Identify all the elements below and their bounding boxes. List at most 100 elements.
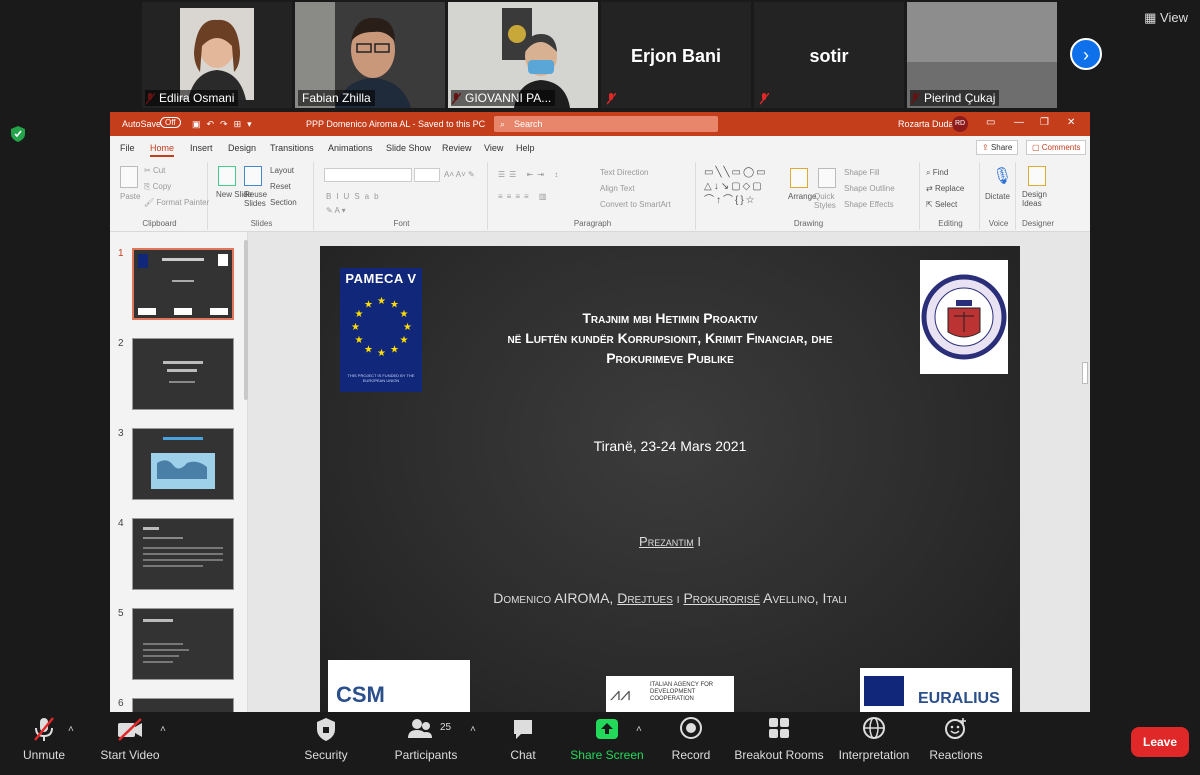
unmute-button[interactable]: Unmute bbox=[14, 716, 74, 762]
font-style-icons[interactable]: BIUSab bbox=[326, 192, 384, 201]
share-button[interactable]: ⇪ Share bbox=[976, 140, 1019, 155]
shape-fill-button[interactable]: Shape Fill bbox=[844, 168, 880, 177]
arrange-icon[interactable] bbox=[790, 168, 808, 188]
font-size-icons[interactable]: A˄ A˅ ✎ bbox=[444, 170, 475, 179]
reactions-button[interactable]: Reactions bbox=[926, 716, 986, 762]
participant-tile[interactable]: Edlira Osmani bbox=[142, 2, 292, 108]
layout-button[interactable]: Layout bbox=[270, 166, 294, 175]
share-screen-button[interactable]: Share Screen bbox=[570, 716, 644, 762]
encryption-shield-icon[interactable] bbox=[11, 126, 25, 142]
muted-mic-icon bbox=[14, 716, 74, 742]
view-button[interactable]: ▦ View bbox=[1144, 10, 1188, 26]
menu-home[interactable]: Home bbox=[150, 143, 175, 157]
align-text-button[interactable]: Align Text bbox=[600, 184, 635, 193]
reset-button[interactable]: Reset bbox=[270, 182, 291, 191]
close-icon[interactable]: ✕ bbox=[1067, 117, 1075, 128]
paste-label[interactable]: Paste bbox=[120, 192, 140, 201]
dictate-label[interactable]: Dictate bbox=[985, 192, 1010, 201]
slide-thumbnail[interactable] bbox=[132, 518, 234, 590]
record-button[interactable]: Record bbox=[664, 716, 718, 762]
shapes-gallery[interactable]: ▭╲╲▭◯▭ △↓↘▢◇▢ ⌒↑⌒{}☆ bbox=[704, 166, 780, 208]
font-color-icons[interactable]: ✎ A ▾ bbox=[326, 206, 346, 215]
arrange-label[interactable]: Arrange bbox=[788, 192, 816, 201]
menu-animations[interactable]: Animations bbox=[328, 143, 373, 153]
menu-design[interactable]: Design bbox=[228, 143, 256, 153]
select-button[interactable]: ⇱ Select bbox=[926, 200, 957, 209]
design-ideas-label[interactable]: Design Ideas bbox=[1022, 190, 1052, 208]
participant-tile[interactable]: GIOVANNI PA... bbox=[448, 2, 598, 108]
menu-file[interactable]: File bbox=[120, 143, 135, 153]
participant-tile[interactable]: Erjon Bani bbox=[601, 2, 751, 108]
slide-thumbnail[interactable] bbox=[132, 428, 234, 500]
participant-tile[interactable]: sotir bbox=[754, 2, 904, 108]
shape-effects-button[interactable]: Shape Effects bbox=[844, 200, 894, 209]
security-button[interactable]: Security bbox=[296, 716, 356, 762]
eu-star-icon: ★ bbox=[354, 309, 363, 320]
shape-outline-button[interactable]: Shape Outline bbox=[844, 184, 895, 193]
font-size-box[interactable] bbox=[414, 168, 440, 182]
convert-smartart-button[interactable]: Convert to SmartArt bbox=[600, 200, 671, 209]
menu-slide-show[interactable]: Slide Show bbox=[386, 143, 431, 153]
ppt-search-box[interactable]: ⌕ Search bbox=[494, 116, 718, 132]
quick-access-icons[interactable]: ▣↶↷⊞▾ bbox=[192, 119, 258, 130]
slide-thumbnail[interactable] bbox=[132, 248, 234, 320]
comments-button[interactable]: ▢ Comments bbox=[1026, 140, 1087, 155]
autosave-toggle[interactable]: Off bbox=[160, 117, 181, 128]
quick-styles-label[interactable]: Quick Styles bbox=[814, 192, 840, 210]
ribbon-group-font: A˄ A˅ ✎ BIUSab ✎ A ▾ Font bbox=[316, 162, 488, 230]
audio-options-caret-icon[interactable]: ˄ bbox=[68, 724, 74, 735]
paste-icon[interactable] bbox=[120, 166, 138, 188]
next-page-button[interactable]: › bbox=[1070, 38, 1102, 70]
menu-insert[interactable]: Insert bbox=[190, 143, 213, 153]
share-options-caret-icon[interactable]: ˄ bbox=[636, 724, 642, 735]
reuse-slides-icon[interactable] bbox=[244, 166, 262, 186]
replace-button[interactable]: ⇄ Replace bbox=[926, 184, 964, 193]
participant-name: GIOVANNI PA... bbox=[451, 90, 556, 106]
reuse-slides-label[interactable]: Reuse Slides bbox=[244, 190, 267, 208]
current-slide[interactable]: PAMECA V ★ ★ ★ ★ ★ ★ ★ ★ ★ ★ ★ ★ THIS PROJECT IS FU… bbox=[320, 246, 1020, 712]
participant-tile[interactable]: Fabian Zhilla bbox=[295, 2, 445, 108]
user-avatar[interactable]: RD bbox=[952, 116, 968, 132]
section-button[interactable]: Section bbox=[270, 198, 297, 207]
ppt-title-bar: AutoSave Off ▣↶↷⊞▾ PPP Domenico Airoma A… bbox=[110, 112, 1090, 136]
list-icons[interactable]: ☰☰ ⇤⇥ ↕ bbox=[498, 170, 562, 179]
participants-button[interactable]: Participants bbox=[388, 716, 464, 762]
participants-caret-icon[interactable]: ˄ bbox=[470, 724, 476, 735]
copy-button[interactable]: ⎘ Copy bbox=[144, 182, 171, 192]
eu-star-icon: ★ bbox=[351, 322, 360, 333]
align-icons[interactable]: ≡≡≡≡ ▥ bbox=[498, 192, 550, 201]
format-painter-button[interactable]: 🖌 Format Painter bbox=[144, 198, 209, 207]
thumbnail-preview bbox=[143, 619, 189, 663]
format-painter-label: Format Painter bbox=[156, 198, 210, 207]
text-direction-button[interactable]: Text Direction bbox=[600, 168, 648, 177]
interpretation-button[interactable]: Interpretation bbox=[834, 716, 914, 762]
slide-scrollbar[interactable] bbox=[1082, 362, 1088, 384]
leave-button[interactable]: Leave bbox=[1131, 727, 1189, 757]
start-video-button[interactable]: Start Video bbox=[96, 716, 164, 762]
chat-button[interactable]: Chat bbox=[498, 716, 548, 762]
menu-view[interactable]: View bbox=[484, 143, 503, 153]
font-name-box[interactable] bbox=[324, 168, 412, 182]
menu-help[interactable]: Help bbox=[516, 143, 535, 153]
find-button[interactable]: ⌕ Find bbox=[926, 168, 948, 178]
quick-styles-icon[interactable] bbox=[818, 168, 836, 188]
menu-transitions[interactable]: Transitions bbox=[270, 143, 314, 153]
menu-review[interactable]: Review bbox=[442, 143, 472, 153]
slide-thumbnail[interactable] bbox=[132, 698, 234, 712]
slide-thumbnail[interactable] bbox=[132, 338, 234, 410]
csm-logo-text: CSM bbox=[336, 682, 385, 707]
maximize-icon[interactable]: ❐ bbox=[1040, 117, 1049, 128]
cut-button[interactable]: ✂ Cut bbox=[144, 166, 165, 175]
new-slide-icon[interactable] bbox=[218, 166, 236, 186]
design-ideas-icon[interactable] bbox=[1028, 166, 1046, 186]
video-options-caret-icon[interactable]: ˄ bbox=[160, 724, 166, 735]
pameca-title: PAMECA V bbox=[345, 271, 417, 286]
participant-count: 25 bbox=[440, 722, 452, 733]
slide-thumbnail[interactable] bbox=[132, 608, 234, 680]
participant-tile[interactable]: Pierind Çukaj bbox=[907, 2, 1057, 108]
ribbon-display-icon[interactable]: ▭ bbox=[986, 117, 995, 128]
breakout-rooms-button[interactable]: Breakout Rooms bbox=[734, 716, 824, 762]
grid-view-icon: ▦ bbox=[1144, 10, 1157, 25]
dictate-mic-icon[interactable]: 🎙 bbox=[992, 166, 1012, 186]
minimize-icon[interactable]: — bbox=[1014, 117, 1024, 128]
